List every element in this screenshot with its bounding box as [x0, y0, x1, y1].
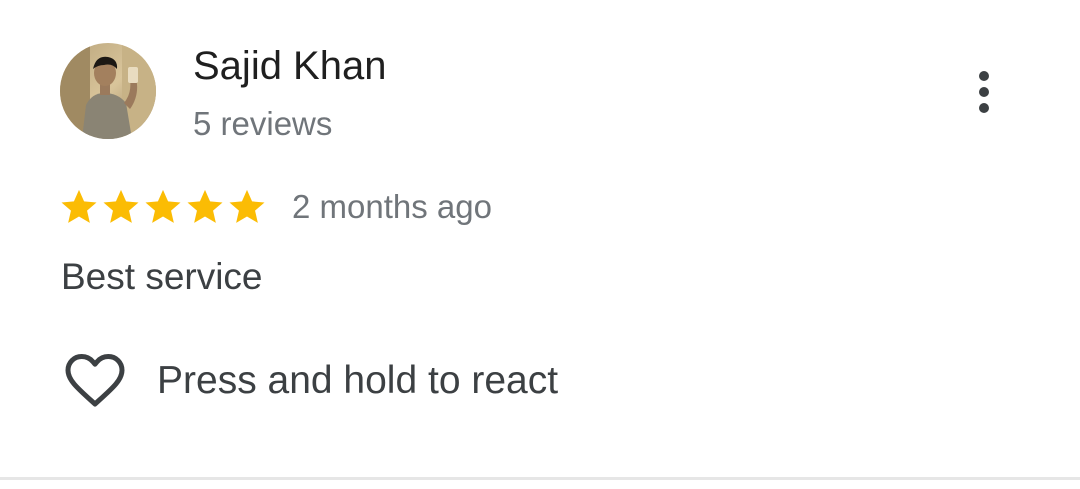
avatar[interactable] — [60, 43, 156, 139]
star-icon — [229, 189, 265, 223]
star-icon — [61, 189, 97, 223]
react-label: Press and hold to react — [157, 359, 559, 402]
review-text: Best service — [61, 256, 263, 297]
heart-outline-icon — [65, 354, 125, 407]
review-date: 2 months ago — [292, 188, 492, 225]
rating-row: 2 months ago — [58, 182, 492, 232]
star-icon — [145, 189, 181, 223]
star-rating — [58, 186, 268, 228]
author-name[interactable]: Sajid Khan — [193, 40, 386, 92]
more-options-button[interactable] — [962, 64, 1006, 120]
star-icon — [103, 189, 139, 223]
star-icon — [187, 189, 223, 223]
more-vert-icon — [979, 71, 989, 113]
review-count[interactable]: 5 reviews — [193, 101, 332, 147]
review-card: Sajid Khan 5 reviews 2 months ago Best s… — [0, 0, 1080, 480]
avatar-image — [60, 43, 156, 139]
react-button[interactable]: Press and hold to react — [64, 348, 558, 414]
divider — [0, 477, 1080, 480]
